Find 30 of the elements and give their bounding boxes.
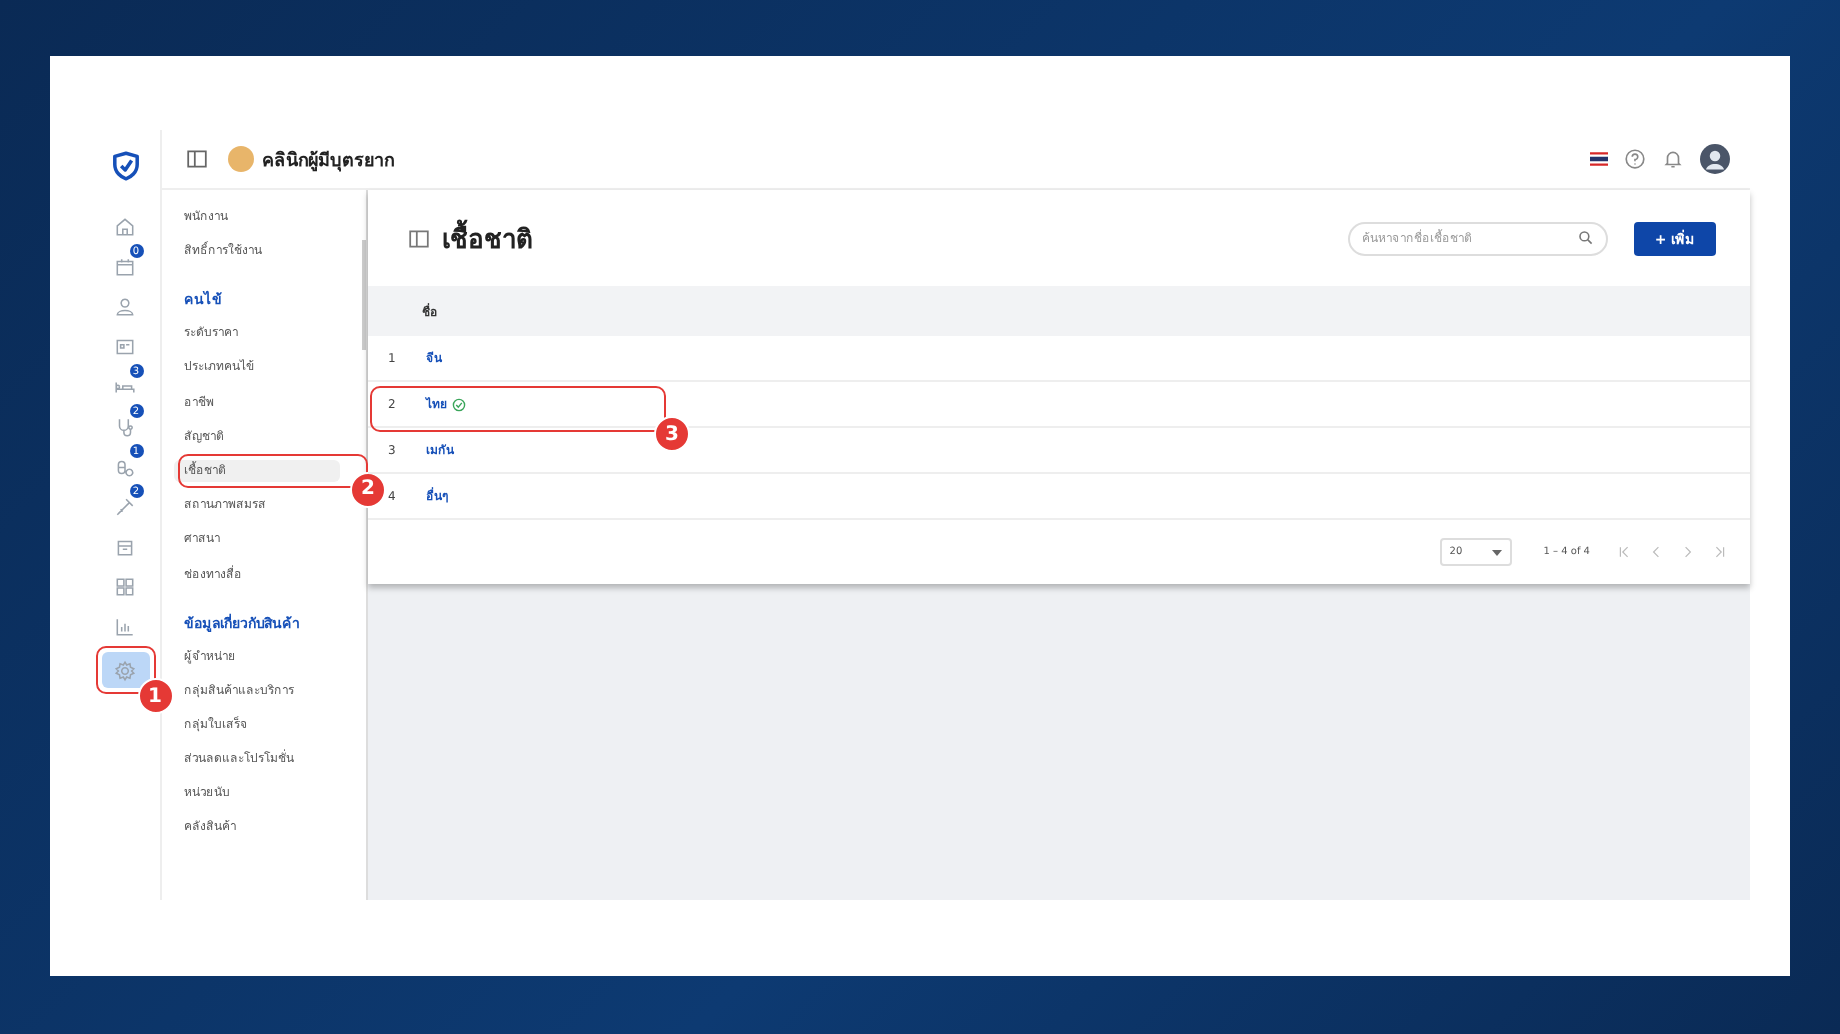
bell-icon[interactable] — [1662, 148, 1684, 170]
panel-icon — [408, 227, 430, 249]
first-page-icon[interactable] — [1618, 546, 1630, 558]
next-page-icon[interactable] — [1682, 546, 1694, 558]
search-icon — [1578, 230, 1594, 246]
last-page-icon[interactable] — [1714, 546, 1726, 558]
shield-logo-icon — [109, 150, 141, 182]
callout-number: 1 — [137, 678, 173, 714]
flag-icon[interactable] — [1590, 152, 1608, 166]
dropdown-caret-icon — [1491, 549, 1502, 555]
card-icon — [114, 335, 136, 357]
clinic-avatar-icon — [228, 146, 254, 172]
syringe-icon — [114, 495, 136, 517]
clinic-name: คลินิกผู้มีบุตรยาก — [262, 148, 394, 173]
person-icon — [114, 295, 136, 317]
stethoscope-icon — [114, 415, 136, 437]
pills-icon — [114, 455, 136, 477]
page-title: เชื้อชาติ — [442, 217, 532, 259]
grid-icon — [114, 575, 136, 597]
user-avatar-icon[interactable] — [1700, 144, 1730, 174]
help-icon[interactable] — [1624, 148, 1646, 170]
home-icon — [114, 215, 136, 237]
callout-number: 3 — [654, 416, 690, 452]
box-icon — [114, 535, 136, 557]
settings-icon — [114, 659, 136, 681]
scrollbar[interactable] — [362, 240, 366, 350]
sidebar-toggle-icon[interactable] — [186, 148, 208, 170]
calendar-icon — [114, 255, 136, 277]
previous-page-icon[interactable] — [1650, 546, 1662, 558]
bar-chart-icon — [114, 615, 136, 637]
